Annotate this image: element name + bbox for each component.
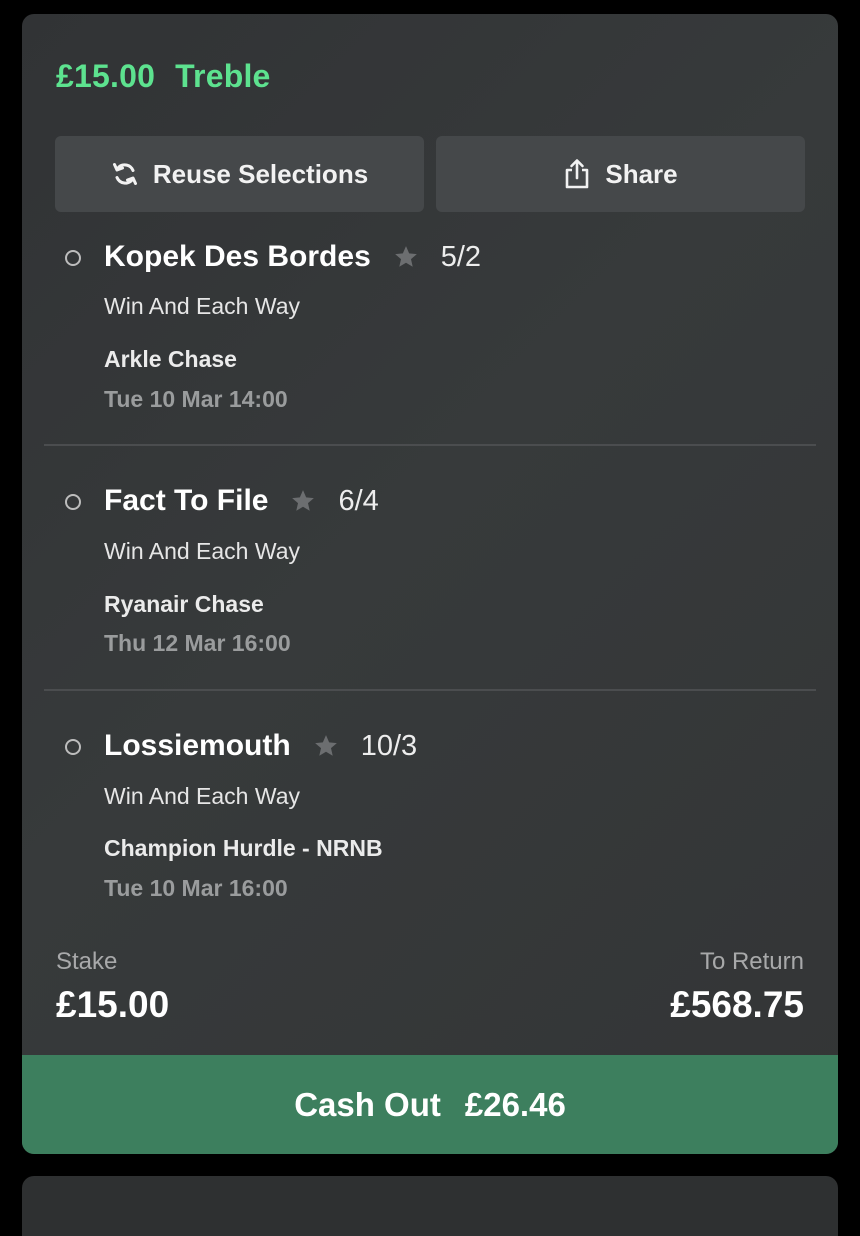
selection-name-text: Fact To File (104, 484, 269, 517)
share-label: Share (605, 158, 678, 189)
selection-name-text: Kopek Des Bordes (104, 240, 371, 273)
selection-divider (44, 444, 816, 446)
selection-name[interactable]: Lossiemouth 10/3 (104, 729, 417, 763)
selection-event: Ryanair Chase (104, 591, 264, 617)
selection-name-text: Lossiemouth (104, 729, 291, 762)
bet-amount: £15.00 (56, 58, 156, 94)
next-bet-card (22, 1176, 838, 1236)
cash-out-button[interactable]: Cash Out £26.46 (22, 1055, 838, 1154)
star-icon[interactable] (393, 244, 419, 270)
selection-time: Tue 10 Mar 16:00 (104, 875, 288, 901)
share-button[interactable]: Share (436, 136, 805, 212)
cash-out-value: £26.46 (464, 1085, 566, 1123)
return-value: £568.75 (670, 984, 804, 1025)
radio-circle-icon (65, 739, 81, 755)
bet-header: £15.00 Treble (56, 58, 271, 95)
star-icon[interactable] (313, 733, 339, 759)
selection-event: Champion Hurdle - NRNB (104, 835, 383, 861)
reuse-selections-button[interactable]: Reuse Selections (55, 136, 424, 212)
selection-event: Arkle Chase (104, 346, 237, 372)
selection-market: Win And Each Way (104, 783, 301, 809)
selection-odds: 5/2 (440, 240, 482, 273)
bet-type: Treble (175, 58, 271, 94)
selection-market: Win And Each Way (104, 538, 301, 564)
selection-odds: 6/4 (338, 484, 379, 517)
selection-time: Thu 12 Mar 16:00 (104, 630, 291, 656)
star-icon[interactable] (290, 488, 316, 514)
bet-card: £15.00 Treble Reuse Selections Share Kope… (22, 14, 838, 1154)
selection-name[interactable]: Fact To File 6/4 (104, 484, 379, 518)
return-label: To Return (699, 948, 804, 975)
share-icon (563, 158, 591, 190)
selection-odds: 10/3 (360, 729, 418, 762)
refresh-icon (111, 160, 139, 188)
reuse-selections-label: Reuse Selections (152, 158, 369, 189)
radio-circle-icon (65, 494, 81, 510)
selection-time: Tue 10 Mar 14:00 (104, 386, 288, 412)
cash-out-label: Cash Out (294, 1085, 441, 1123)
selection-divider (44, 689, 816, 691)
stake-label: Stake (56, 948, 118, 975)
radio-circle-icon (65, 250, 81, 266)
stake-value: £15.00 (56, 984, 170, 1025)
selection-market: Win And Each Way (104, 293, 301, 319)
selection-name[interactable]: Kopek Des Bordes 5/2 (104, 240, 481, 274)
